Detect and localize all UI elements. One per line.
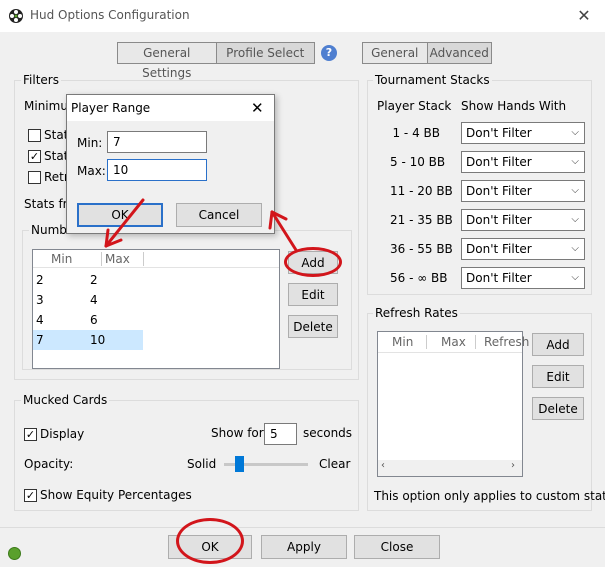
annotation-arrow-to-list (104, 198, 145, 248)
annotation-arrows (104, 198, 298, 252)
